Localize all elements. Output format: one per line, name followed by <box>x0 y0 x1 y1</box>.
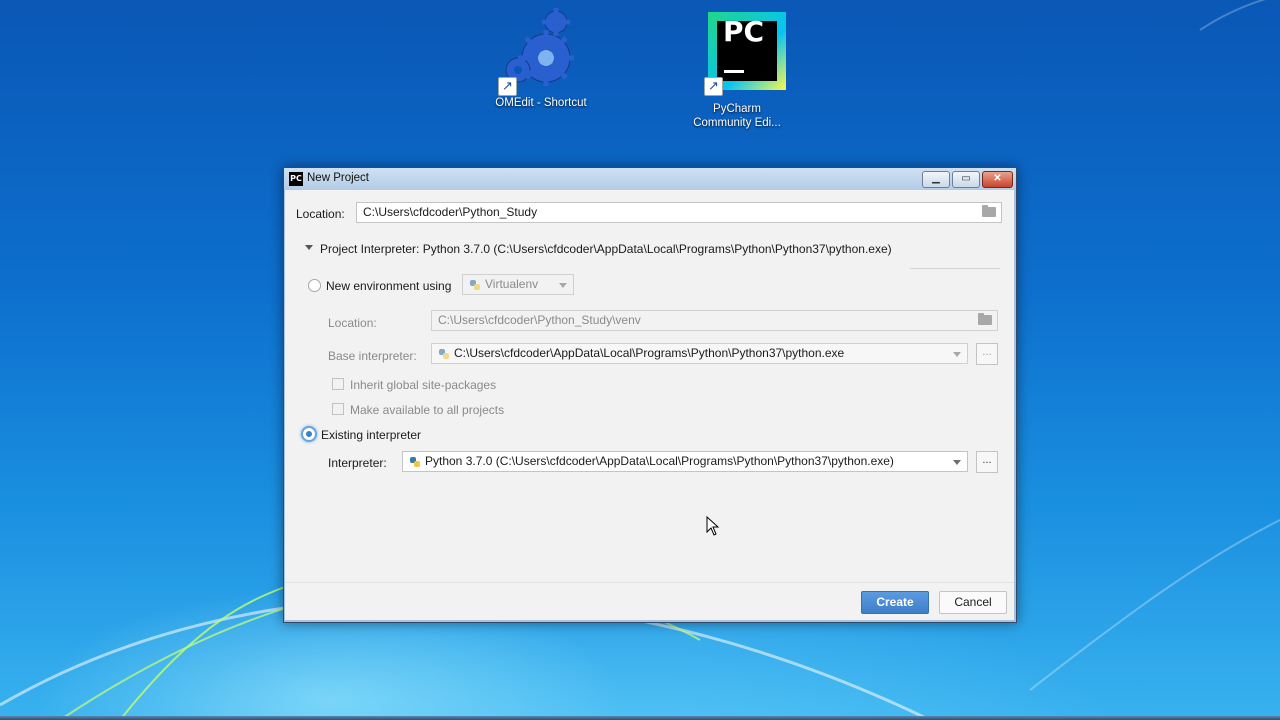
existing-interpreter-label[interactable]: Existing interpreter <box>321 428 421 442</box>
inherit-site-packages-checkbox[interactable] <box>332 378 344 390</box>
make-available-checkbox[interactable] <box>332 403 344 415</box>
collapse-toggle-icon[interactable] <box>305 245 313 250</box>
pycharm-app-icon: PC <box>289 172 303 186</box>
section-divider <box>910 268 1000 269</box>
desktop-icon-label-line2: Community Edi... <box>693 117 781 129</box>
python-icon <box>439 349 449 359</box>
chevron-down-icon <box>953 460 961 465</box>
mouse-cursor-icon <box>706 516 720 536</box>
new-environment-label[interactable]: New environment using <box>326 279 451 293</box>
dialog-body: Location: C:\Users\cfdcoder\Python_Study… <box>285 190 1014 620</box>
environment-tool-value: Virtualenv <box>485 277 539 291</box>
minimize-icon: ▁ <box>932 173 940 184</box>
footer-divider <box>285 582 1014 583</box>
desktop-icon-omedit[interactable]: ↗ OMEdit - Shortcut <box>486 8 596 110</box>
folder-icon[interactable] <box>978 313 992 325</box>
python-icon <box>470 280 480 290</box>
taskbar-edge <box>0 716 1280 720</box>
location-value: C:\Users\cfdcoder\Python_Study <box>363 205 538 219</box>
make-available-label[interactable]: Make available to all projects <box>350 403 504 417</box>
desktop-icon-label-line1: PyCharm <box>713 103 761 115</box>
title-bar[interactable]: PC New Project ▁ ▭ ✕ <box>284 168 1016 190</box>
window-title: New Project <box>307 172 369 184</box>
close-button[interactable]: ✕ <box>982 171 1013 188</box>
environment-tool-select[interactable]: Virtualenv <box>462 274 574 295</box>
python-icon <box>410 457 420 467</box>
shortcut-arrow-icon: ↗ <box>498 77 517 96</box>
project-interpreter-section-title[interactable]: Project Interpreter: Python 3.7.0 (C:\Us… <box>320 242 892 256</box>
minimize-button[interactable]: ▁ <box>922 171 950 188</box>
inherit-site-packages-label[interactable]: Inherit global site-packages <box>350 378 496 392</box>
interpreter-select[interactable]: Python 3.7.0 (C:\Users\cfdcoder\AppData\… <box>402 451 968 472</box>
desktop-icon-pycharm[interactable]: PC ↗ PyCharm Community Edi... <box>682 12 792 130</box>
venv-location-value: C:\Users\cfdcoder\Python_Study\venv <box>438 313 641 327</box>
new-environment-radio[interactable] <box>308 279 321 292</box>
pycharm-logo-text: PC <box>723 15 765 48</box>
chevron-down-icon <box>953 352 961 357</box>
venv-location-input[interactable]: C:\Users\cfdcoder\Python_Study\venv <box>431 310 998 331</box>
existing-interpreter-radio[interactable] <box>301 426 317 442</box>
interpreter-label: Interpreter: <box>328 456 387 470</box>
chevron-down-icon <box>559 283 567 288</box>
base-interpreter-select[interactable]: C:\Users\cfdcoder\AppData\Local\Programs… <box>431 343 968 364</box>
desktop-icon-label: OMEdit - Shortcut <box>495 97 587 109</box>
location-input[interactable]: C:\Users\cfdcoder\Python_Study <box>356 202 1002 223</box>
create-button[interactable]: Create <box>861 591 929 614</box>
venv-location-label: Location: <box>328 316 377 330</box>
shortcut-arrow-icon: ↗ <box>704 77 723 96</box>
base-interpreter-browse-button[interactable]: ... <box>976 343 998 365</box>
base-interpreter-label: Base interpreter: <box>328 349 417 363</box>
interpreter-value: Python 3.7.0 (C:\Users\cfdcoder\AppData\… <box>425 454 894 468</box>
close-icon: ✕ <box>993 173 1002 184</box>
maximize-icon: ▭ <box>961 173 971 184</box>
maximize-button[interactable]: ▭ <box>952 171 980 188</box>
new-project-dialog: PC New Project ▁ ▭ ✕ Location: C:\Users\… <box>283 167 1017 623</box>
location-label: Location: <box>296 207 345 221</box>
folder-icon[interactable] <box>982 205 996 217</box>
cancel-button[interactable]: Cancel <box>939 591 1007 614</box>
interpreter-browse-button[interactable]: ... <box>976 451 998 473</box>
base-interpreter-value: C:\Users\cfdcoder\AppData\Local\Programs… <box>454 346 845 360</box>
